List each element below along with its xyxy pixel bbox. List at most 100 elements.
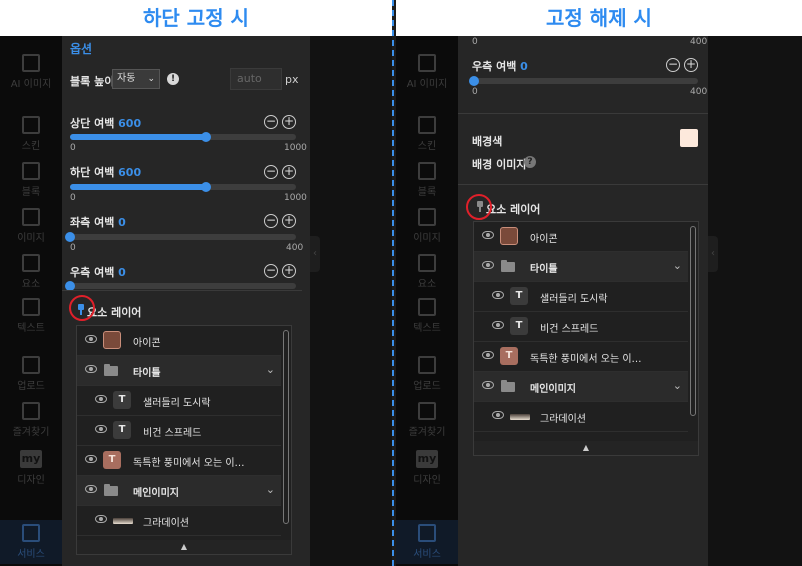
chevron-down-icon[interactable]: ⌄ [673, 379, 682, 392]
layer-row[interactable]: T 독특한 풍미에서 오는 이… [77, 446, 281, 476]
sidebar-item-text[interactable]: 텍스트 [0, 298, 62, 334]
block-height-select[interactable]: 자동 ⌄ [112, 69, 160, 89]
eye-icon[interactable] [492, 291, 504, 299]
sidebar-item-my-design[interactable]: my 디자인 [0, 450, 62, 486]
minus-button[interactable]: − [264, 214, 278, 228]
sidebar-item-ai-image[interactable]: AI 이미지 [0, 54, 62, 90]
text-layer-icon: T [113, 391, 131, 409]
layer-name: 비건 스프레드 [143, 428, 202, 439]
ai-image-icon [22, 54, 40, 72]
sidebar-item-bookmark[interactable]: 즐겨찾기 [0, 402, 62, 438]
eye-icon[interactable] [482, 231, 494, 239]
chevron-down-icon[interactable]: ⌄ [266, 363, 275, 376]
scrollbar[interactable] [690, 226, 696, 416]
info-icon[interactable]: ! [167, 73, 179, 85]
eye-icon[interactable] [95, 515, 107, 523]
scroll-up-icon[interactable]: ▲ [474, 441, 698, 455]
sidebar-item-image[interactable]: 이미지 [396, 208, 458, 244]
layer-row[interactable]: 아이콘 [474, 222, 688, 252]
divider [458, 113, 708, 114]
sidebar-item-my-design[interactable]: my 디자인 [396, 450, 458, 486]
layer-folder-row[interactable]: 타이틀 ⌄ [474, 252, 688, 282]
right-margin-slider[interactable] [65, 281, 296, 291]
layer-row[interactable]: 그라데이션 [474, 402, 688, 432]
canvas-area: ‹ [310, 36, 392, 566]
slider-thumb[interactable] [200, 182, 211, 192]
sidebar-item-service[interactable]: 서비스 [0, 520, 62, 564]
sidebar-item-skin[interactable]: 스킨 [0, 116, 62, 152]
chevron-down-icon[interactable]: ⌄ [266, 483, 275, 496]
image-icon [418, 208, 436, 226]
sidebar-item-block[interactable]: 블록 [396, 162, 458, 198]
divider [392, 0, 394, 566]
bg-color-swatch[interactable] [680, 129, 698, 147]
layer-folder-row[interactable]: 메인이미지 ⌄ [77, 476, 281, 506]
layer-name: 그라데이션 [143, 518, 189, 529]
slider-thumb[interactable] [469, 76, 479, 86]
eye-icon[interactable] [482, 261, 494, 269]
layer-row[interactable]: 그라데이션 [77, 506, 281, 536]
scrollbar[interactable] [283, 330, 289, 524]
sidebar-item-elements[interactable]: 요소 [396, 254, 458, 290]
block-icon [22, 162, 40, 180]
help-icon[interactable]: ? [524, 156, 536, 168]
layer-panel-fixed: 요소 레이어 아이콘 타이틀 ⌄ T 샐러들리 도시락 T 비건 스프레드 T 독특한 풍미에서… [62, 290, 302, 566]
plus-button[interactable]: + [282, 165, 296, 179]
eye-icon[interactable] [85, 485, 97, 493]
eye-icon[interactable] [482, 351, 494, 359]
bookmark-icon [22, 402, 40, 420]
sidebar-item-elements[interactable]: 요소 [0, 254, 62, 290]
eye-icon[interactable] [85, 335, 97, 343]
collapse-tab[interactable]: ‹ [708, 236, 718, 272]
eye-icon[interactable] [492, 411, 504, 419]
eye-icon[interactable] [95, 425, 107, 433]
eye-icon[interactable] [95, 395, 107, 403]
layer-name: 아이콘 [133, 338, 161, 349]
layer-folder-row[interactable]: 메인이미지 ⌄ [474, 372, 688, 402]
sidebar-item-ai-image[interactable]: AI 이미지 [396, 54, 458, 90]
layer-row[interactable]: 아이콘 [77, 326, 281, 356]
top-margin-slider[interactable] [70, 132, 296, 142]
eye-icon[interactable] [482, 381, 494, 389]
sidebar-item-upload[interactable]: 업로드 [0, 356, 62, 392]
plus-button[interactable]: + [684, 58, 698, 72]
text-layer-icon: T [113, 421, 131, 439]
plus-button[interactable]: + [282, 214, 296, 228]
layer-title: 요소 레이어 [87, 306, 142, 319]
eye-icon[interactable] [85, 365, 97, 373]
layer-folder-row[interactable]: 타이틀 ⌄ [77, 356, 281, 386]
sidebar-item-bookmark[interactable]: 즐겨찾기 [396, 402, 458, 438]
sidebar-item-image[interactable]: 이미지 [0, 208, 62, 244]
plus-button[interactable]: + [282, 264, 296, 278]
sidebar-item-upload[interactable]: 업로드 [396, 356, 458, 392]
slider-thumb[interactable] [200, 132, 211, 142]
right-margin-slider[interactable] [469, 76, 698, 86]
collapse-tab[interactable]: ‹ [310, 236, 320, 272]
slider-thumb[interactable] [65, 232, 75, 242]
eye-icon[interactable] [85, 455, 97, 463]
minus-button[interactable]: − [264, 264, 278, 278]
block-height-input[interactable]: auto [230, 68, 282, 90]
sidebar-item-block[interactable]: 블록 [0, 162, 62, 198]
layer-row[interactable]: T 샐러들리 도시락 [474, 282, 688, 312]
layer-title: 요소 레이어 [486, 203, 541, 216]
layer-row[interactable]: T 비건 스프레드 [474, 312, 688, 342]
plus-button[interactable]: + [282, 115, 296, 129]
minus-button[interactable]: − [264, 165, 278, 179]
scroll-up-icon[interactable]: ▲ [77, 540, 291, 554]
sidebar-item-text[interactable]: 텍스트 [396, 298, 458, 334]
layer-row[interactable]: T 샐러들리 도시락 [77, 386, 281, 416]
left-margin-slider[interactable] [65, 232, 296, 242]
sidebar-item-skin[interactable]: 스킨 [396, 116, 458, 152]
highlight-circle [69, 295, 95, 321]
layer-row[interactable]: T 비건 스프레드 [77, 416, 281, 446]
text-layer-icon: T [500, 347, 518, 365]
sidebar-item-service[interactable]: 서비스 [396, 520, 458, 564]
chevron-down-icon[interactable]: ⌄ [673, 259, 682, 272]
bottom-margin-slider[interactable] [70, 182, 296, 192]
minus-button[interactable]: − [666, 58, 680, 72]
minus-button[interactable]: − [264, 115, 278, 129]
layer-name: 그라데이션 [540, 414, 586, 425]
eye-icon[interactable] [492, 321, 504, 329]
layer-row[interactable]: T 독특한 풍미에서 오는 이… [474, 342, 688, 372]
